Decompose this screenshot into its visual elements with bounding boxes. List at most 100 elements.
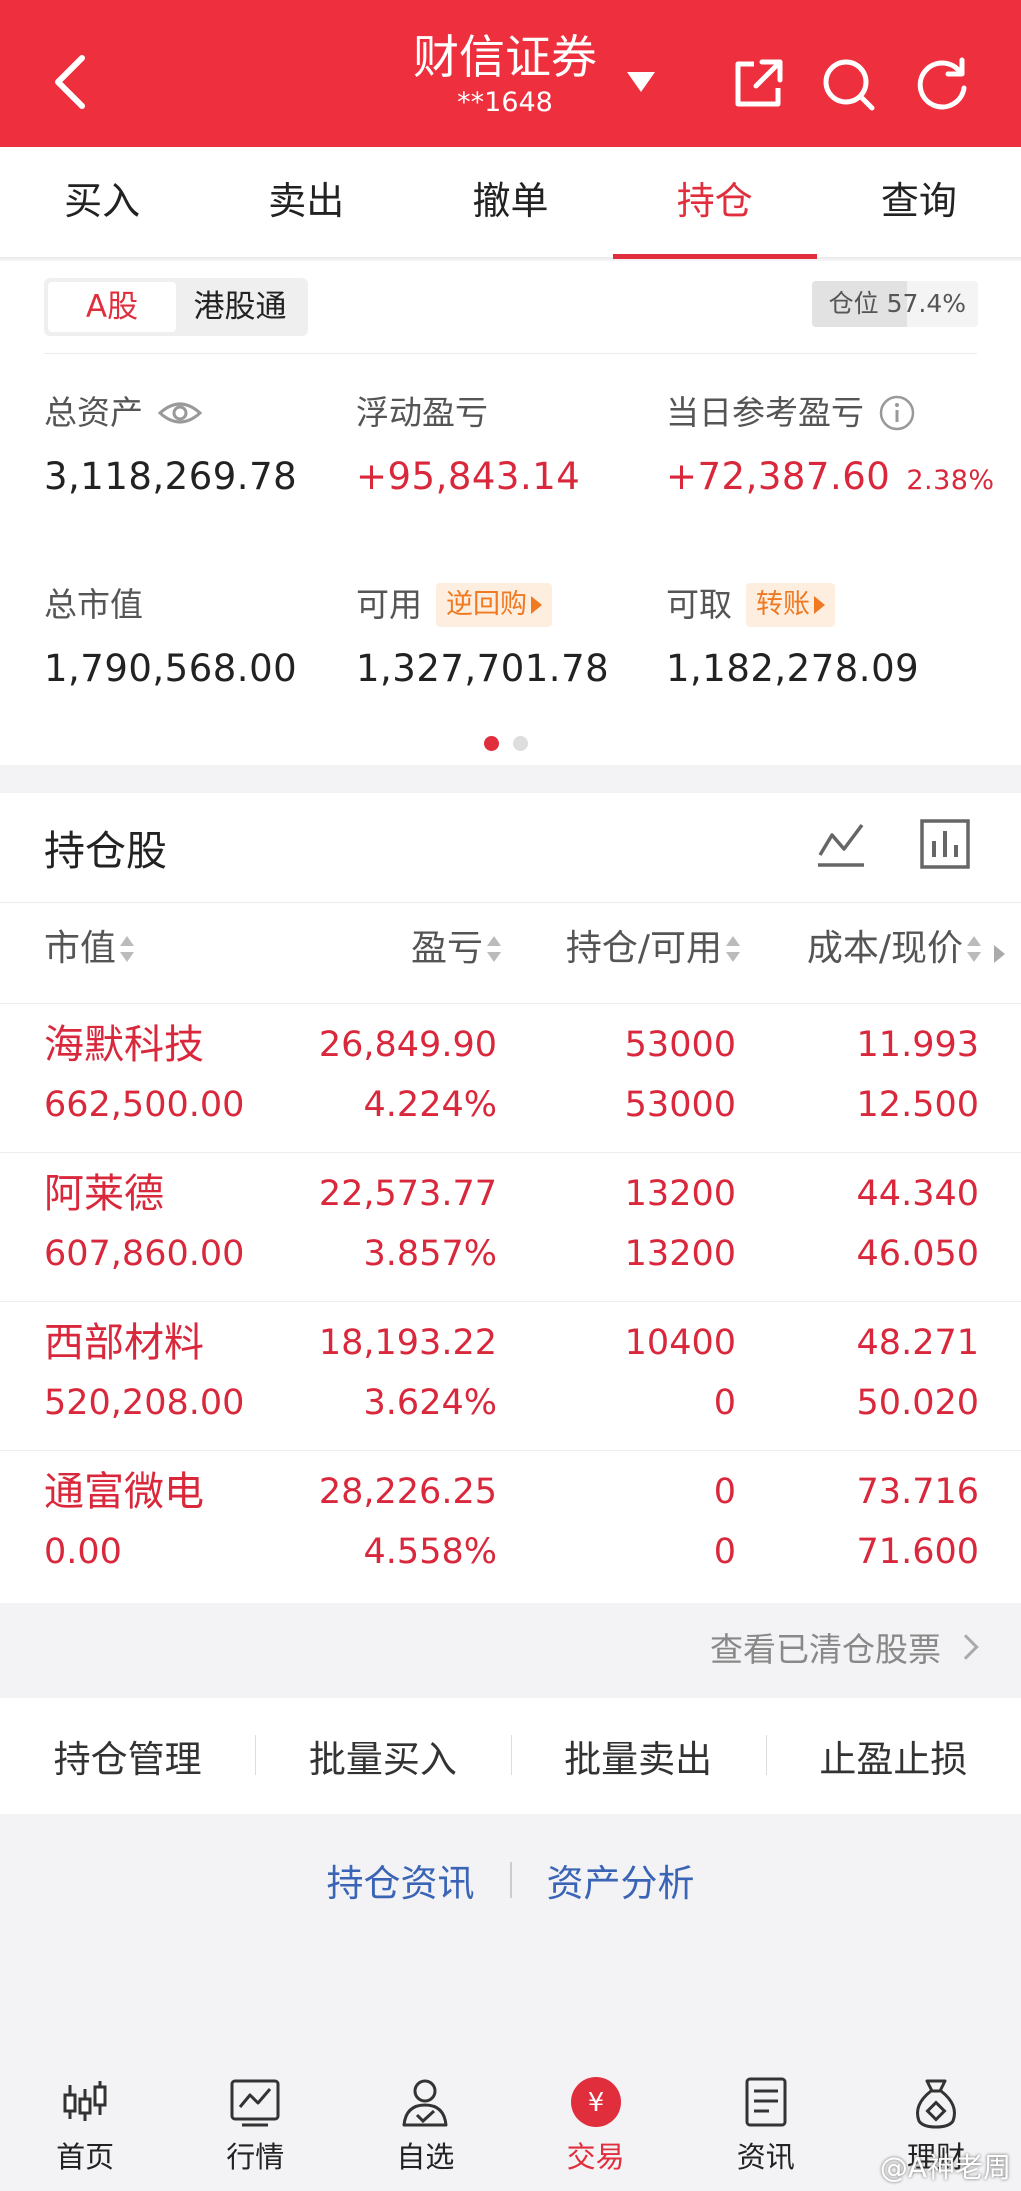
- refresh-icon[interactable]: [912, 54, 972, 114]
- trend-line-icon[interactable]: [814, 817, 868, 871]
- app-header: 财信证券 **1648: [0, 0, 1021, 147]
- yuan-icon: ¥: [570, 2077, 621, 2127]
- stock-name: 阿莱德: [44, 1171, 164, 1217]
- stock-price: 12.500: [856, 1085, 979, 1125]
- tab-holdings[interactable]: 持仓: [612, 147, 818, 259]
- stock-cost: 48.271: [856, 1323, 979, 1363]
- withdrawable-label: 可取: [666, 585, 732, 624]
- share-icon[interactable]: [728, 54, 788, 114]
- floating-pl-value: +95,843.14: [356, 455, 581, 498]
- holdings-section: 持仓股 市值 盈亏 持仓/可用 成本/现价 海默科技 662,500.00 26…: [0, 793, 1021, 1603]
- segment-hk-connect[interactable]: 港股通: [176, 282, 304, 332]
- nav-trade[interactable]: ¥ 交易: [511, 2061, 681, 2191]
- holding-row[interactable]: 西部材料 520,208.00 18,193.22 3.624% 10400 0…: [0, 1301, 1021, 1450]
- total-assets-value: 3,118,269.78: [44, 455, 298, 498]
- stock-cost: 11.993: [856, 1025, 979, 1065]
- broker-title-block[interactable]: 财信证券 **1648: [380, 28, 630, 120]
- back-arrow-icon[interactable]: [48, 52, 94, 112]
- holdings-column-header: 市值 盈亏 持仓/可用 成本/现价: [0, 903, 1021, 995]
- trade-tabs: 买入 卖出 撤单 持仓 查询: [0, 147, 1021, 259]
- stock-market-value: 662,500.00: [44, 1085, 245, 1125]
- position-ratio-badge: 仓位 57.4%: [812, 281, 978, 327]
- transfer-button[interactable]: 转账: [746, 583, 835, 627]
- segment-a-share[interactable]: A股: [48, 282, 176, 332]
- news-icon: [745, 2077, 787, 2127]
- stock-position: 13200: [624, 1174, 736, 1214]
- page-dot[interactable]: [513, 736, 528, 751]
- tab-cancel-order[interactable]: 撤单: [408, 147, 612, 257]
- reverse-repo-label: 逆回购: [446, 589, 527, 620]
- withdrawable-value: 1,182,278.09: [666, 647, 920, 690]
- available-value: 1,327,701.78: [356, 647, 610, 690]
- withdrawable-funds: 可取 转账 1,182,278.09: [666, 583, 919, 693]
- account-dropdown-icon[interactable]: [627, 72, 655, 92]
- col-position[interactable]: 持仓/可用: [566, 927, 740, 971]
- daily-pl-percent: 2.38%: [906, 465, 995, 496]
- reverse-repo-button[interactable]: 逆回购: [436, 583, 552, 627]
- stock-pl-percent: 3.857%: [363, 1234, 497, 1274]
- holding-news-link[interactable]: 持仓资讯: [327, 1853, 475, 1907]
- col-market-value-label: 市值: [44, 928, 117, 969]
- available-label: 可用: [356, 585, 422, 624]
- eye-icon[interactable]: [157, 398, 203, 428]
- page-dot-active[interactable]: [484, 736, 499, 751]
- nav-home[interactable]: 首页: [0, 2061, 170, 2191]
- daily-pl: 当日参考盈亏 +72,387.60 2.38%: [666, 391, 995, 505]
- batch-sell-button[interactable]: 批量卖出: [510, 1729, 766, 1783]
- account-number: **1648: [457, 87, 553, 118]
- col-pl-label: 盈亏: [410, 928, 483, 969]
- col-market-value[interactable]: 市值: [44, 927, 135, 971]
- batch-buy-button[interactable]: 批量买入: [255, 1729, 510, 1783]
- position-ratio-value: 57.4%: [886, 289, 966, 318]
- take-profit-stop-loss-button[interactable]: 止盈止损: [765, 1729, 1021, 1783]
- nav-watchlist[interactable]: 自选: [340, 2061, 510, 2191]
- sort-icon: [120, 934, 135, 964]
- tab-sell[interactable]: 卖出: [204, 147, 408, 257]
- nav-news[interactable]: 资讯: [681, 2061, 851, 2191]
- available-funds: 可用 逆回购 1,327,701.78: [356, 583, 609, 693]
- page-indicator: [484, 736, 528, 751]
- manage-holdings-button[interactable]: 持仓管理: [0, 1729, 255, 1783]
- asset-analysis-link[interactable]: 资产分析: [547, 1853, 695, 1907]
- watermark: @A神老周: [879, 2151, 1011, 2184]
- tab-buy[interactable]: 买入: [0, 147, 204, 257]
- broker-name: 财信证券: [413, 30, 597, 84]
- stock-pl: 28,226.25: [318, 1472, 497, 1512]
- stock-name: 通富微电: [44, 1469, 204, 1515]
- holding-row[interactable]: 阿莱德 607,860.00 22,573.77 3.857% 13200 13…: [0, 1152, 1021, 1301]
- holdings-actions-bar: 持仓管理 批量买入 批量卖出 止盈止损: [0, 1698, 1021, 1814]
- chart-icon: [230, 2079, 280, 2127]
- market-value-label: 总市值: [44, 585, 143, 624]
- floating-pl-label: 浮动盈亏: [356, 393, 488, 432]
- daily-pl-value: +72,387.60: [666, 455, 891, 498]
- stock-market-value: 520,208.00: [44, 1383, 245, 1423]
- total-assets-label: 总资产: [44, 393, 143, 432]
- candlestick-icon: [63, 2081, 107, 2121]
- nav-market-label: 行情: [226, 2140, 285, 2174]
- nav-market[interactable]: 行情: [170, 2061, 340, 2191]
- sort-icon: [487, 934, 501, 964]
- stock-price: 46.050: [856, 1234, 979, 1274]
- col-cost-price[interactable]: 成本/现价: [807, 927, 981, 971]
- divider: [44, 353, 977, 354]
- stock-position: 10400: [624, 1323, 736, 1363]
- tab-query[interactable]: 查询: [817, 147, 1021, 257]
- market-value: 总市值 1,790,568.00: [44, 583, 297, 693]
- floating-pl: 浮动盈亏 +95,843.14: [356, 391, 580, 501]
- user-check-icon: [402, 2079, 448, 2127]
- holding-row[interactable]: 通富微电 0.00 28,226.25 4.558% 0 0 73.716 71…: [0, 1450, 1021, 1599]
- holdings-title: 持仓股: [44, 827, 167, 875]
- stock-pl: 22,573.77: [318, 1174, 497, 1214]
- bar-chart-icon[interactable]: [918, 817, 972, 871]
- info-icon[interactable]: [878, 394, 916, 432]
- view-cleared-stocks-link[interactable]: 查看已清仓股票: [0, 1604, 1021, 1696]
- svg-text:¥: ¥: [587, 2088, 604, 2118]
- holding-row[interactable]: 海默科技 662,500.00 26,849.90 4.224% 53000 5…: [0, 1003, 1021, 1152]
- search-icon[interactable]: [818, 54, 878, 114]
- stock-position: 53000: [624, 1025, 736, 1065]
- chevron-right-icon: [953, 1634, 979, 1660]
- col-position-label: 持仓/可用: [565, 928, 722, 969]
- more-columns-icon[interactable]: [994, 945, 1005, 963]
- col-pl[interactable]: 盈亏: [411, 927, 501, 971]
- stock-pl-percent: 4.224%: [363, 1085, 497, 1125]
